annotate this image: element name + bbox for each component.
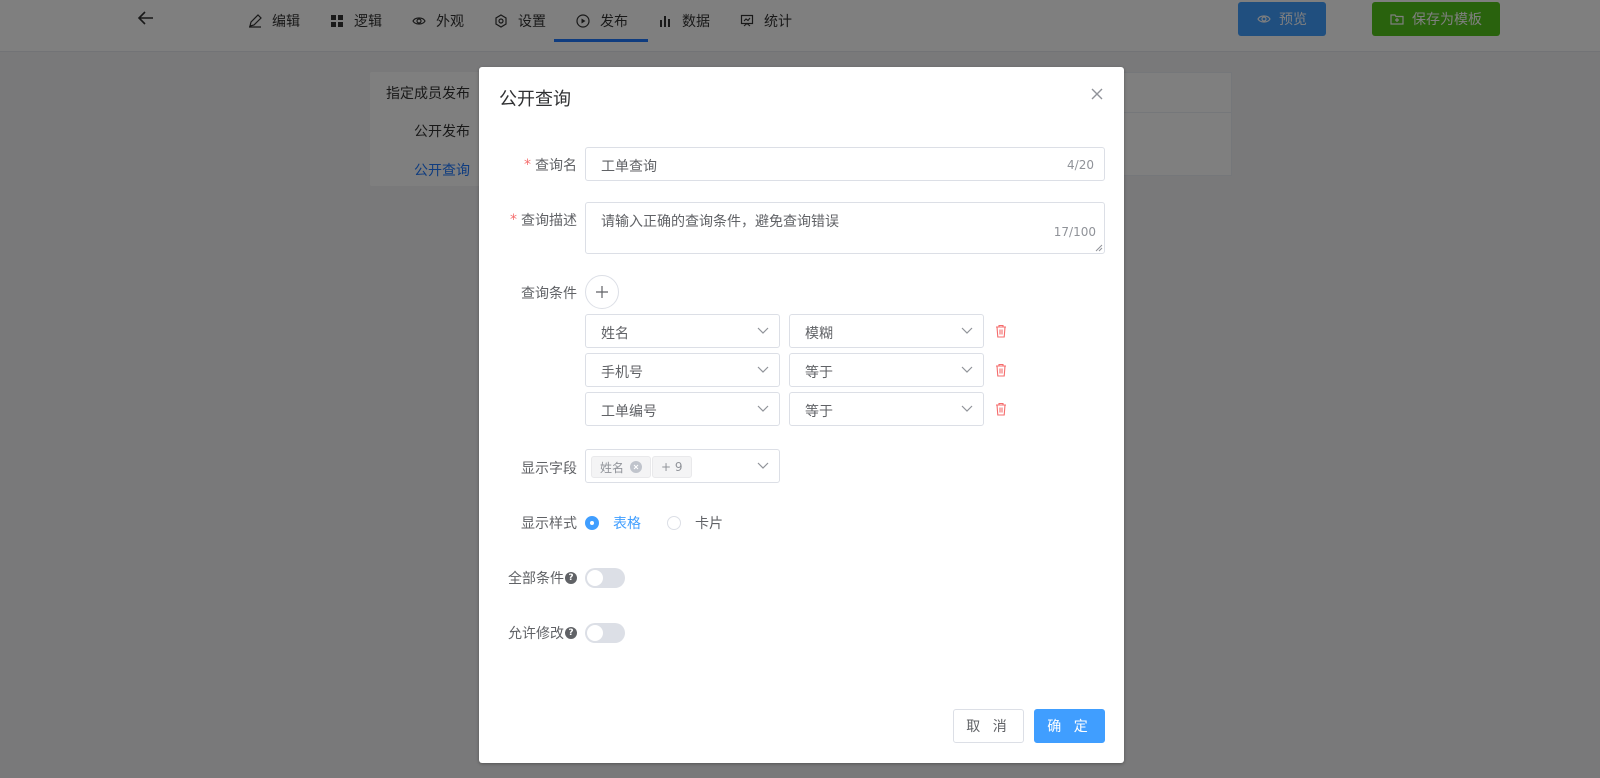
display-style-label: 显示样式 (521, 513, 577, 533)
condition-operator-select[interactable]: 模糊 (789, 314, 984, 348)
select-value: 工单编号 (601, 404, 657, 420)
radio-dot (585, 516, 599, 530)
condition-operator-select[interactable]: 等于 (789, 392, 984, 426)
condition-field-select[interactable]: 姓名 (585, 314, 780, 348)
more-tags-badge: + 9 (652, 456, 692, 478)
allow-edit-switch[interactable] (585, 623, 625, 643)
allow-edit-label: 允许修改 ? (508, 623, 577, 643)
required-mark: * (524, 157, 531, 173)
delete-condition-icon[interactable] (994, 324, 1008, 338)
query-name-label: * 查询名 (524, 155, 577, 175)
char-count: 17/100 (1053, 225, 1096, 239)
select-value: 等于 (805, 365, 833, 381)
chevron-down-icon (961, 366, 973, 373)
input-value: 工单查询 (601, 159, 657, 175)
all-conditions-label: 全部条件 ? (508, 568, 577, 588)
label-text: 显示样式 (521, 516, 577, 532)
chevron-down-icon (757, 327, 769, 334)
condition-operator-select[interactable]: 等于 (789, 353, 984, 387)
resize-grip-icon[interactable] (1095, 244, 1103, 252)
question-icon[interactable]: ? (565, 627, 577, 639)
radio-dot (667, 516, 681, 530)
plus-icon (596, 286, 608, 298)
delete-condition-icon[interactable] (994, 402, 1008, 416)
required-mark: * (510, 212, 517, 228)
textarea-value: 请输入正确的查询条件，避免查询错误 (601, 214, 839, 230)
label-text: 全部条件 (508, 571, 564, 587)
radio-label: 表格 (613, 516, 641, 532)
chevron-down-icon (757, 366, 769, 373)
label-text: 查询名 (535, 158, 577, 174)
field-tag: 姓名 (591, 456, 652, 478)
select-value: 模糊 (805, 326, 833, 342)
public-query-dialog: 公开查询 * 查询名 工单查询 4/20 * 查询描述 请输入正确的查询条件，避… (479, 67, 1124, 763)
close-icon[interactable] (1090, 87, 1104, 101)
query-desc-label: * 查询描述 (510, 210, 577, 230)
select-value: 姓名 (601, 326, 629, 342)
label-text: 查询条件 (521, 286, 577, 302)
all-conditions-switch[interactable] (585, 568, 625, 588)
confirm-button[interactable]: 确 定 (1034, 709, 1105, 743)
dialog-title: 公开查询 (499, 89, 571, 110)
cancel-button[interactable]: 取 消 (953, 709, 1024, 743)
select-value: 等于 (805, 404, 833, 420)
condition-field-select[interactable]: 工单编号 (585, 392, 780, 426)
display-fields-multiselect[interactable]: 姓名 + 9 (585, 449, 780, 483)
chevron-down-icon (961, 405, 973, 412)
chevron-down-icon (961, 327, 973, 334)
delete-condition-icon[interactable] (994, 363, 1008, 377)
tag-close-icon[interactable] (630, 461, 643, 473)
query-desc-textarea[interactable]: 请输入正确的查询条件，避免查询错误 17/100 (585, 202, 1105, 254)
display-fields-label: 显示字段 (521, 458, 577, 478)
question-icon[interactable]: ? (565, 572, 577, 584)
radio-table[interactable]: 表格 (585, 513, 641, 533)
tag-label: 姓名 (600, 460, 625, 475)
chevron-down-icon (757, 405, 769, 412)
query-name-input[interactable]: 工单查询 4/20 (585, 147, 1105, 181)
label-text: 允许修改 (508, 626, 564, 642)
label-text: 查询描述 (521, 213, 577, 229)
radio-card[interactable]: 卡片 (667, 513, 723, 533)
more-count: + 9 (661, 460, 683, 474)
select-value: 手机号 (601, 365, 643, 381)
add-condition-button[interactable] (585, 275, 619, 309)
char-count: 4/20 (1067, 158, 1094, 172)
condition-field-select[interactable]: 手机号 (585, 353, 780, 387)
conditions-label: 查询条件 (521, 283, 577, 303)
radio-label: 卡片 (695, 516, 723, 532)
chevron-down-icon (757, 462, 769, 469)
label-text: 显示字段 (521, 461, 577, 477)
